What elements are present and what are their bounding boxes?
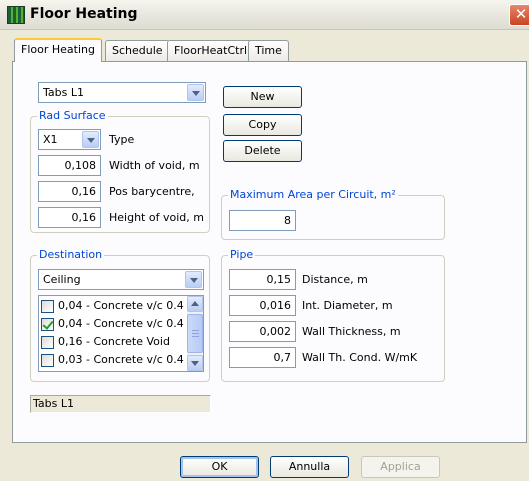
max-area-input[interactable]: 8 bbox=[229, 210, 296, 231]
tab-floorheatctrl[interactable]: FloorHeatCtrl bbox=[167, 40, 255, 61]
max-area-legend: Maximum Area per Circuit, m² bbox=[228, 188, 398, 201]
width-of-void-input[interactable]: 0,108 bbox=[38, 155, 101, 176]
list-item[interactable]: 0,03 - Concrete v/c 0.4 bbox=[41, 352, 187, 368]
rad-surface-legend: Rad Surface bbox=[37, 109, 108, 122]
scroll-thumb[interactable] bbox=[187, 314, 203, 353]
chevron-down-icon[interactable] bbox=[187, 84, 204, 101]
pipe-wall-cond-label: Wall Th. Cond. W/mK bbox=[302, 351, 418, 364]
scroll-up-icon[interactable] bbox=[187, 296, 203, 312]
pipe-wall-thickness-label: Wall Thickness, m bbox=[302, 325, 401, 338]
list-scrollbar[interactable] bbox=[187, 296, 203, 371]
new-button[interactable]: New bbox=[223, 86, 302, 108]
width-of-void-label: Width of void, m bbox=[109, 159, 200, 172]
layer-checkbox[interactable] bbox=[41, 354, 54, 367]
pipe-legend: Pipe bbox=[228, 248, 256, 261]
list-item[interactable]: 0,16 - Concrete Void bbox=[41, 334, 187, 350]
type-label: Type bbox=[109, 133, 135, 146]
layer-checkbox[interactable] bbox=[41, 336, 54, 349]
delete-button[interactable]: Delete bbox=[223, 140, 302, 162]
layer-checkbox[interactable] bbox=[41, 318, 54, 331]
status-field: Tabs L1 bbox=[30, 395, 211, 413]
copy-button[interactable]: Copy bbox=[223, 114, 302, 136]
close-button[interactable]: ✕ bbox=[509, 4, 529, 26]
layer-list[interactable]: 0,04 - Concrete v/c 0.4 0,04 - Concrete … bbox=[38, 295, 204, 372]
list-item[interactable]: 0,04 - Concrete v/c 0.4 bbox=[41, 298, 187, 314]
destination-legend: Destination bbox=[37, 248, 105, 261]
destination-selector-value: Ceiling bbox=[43, 273, 81, 286]
pos-barycentre-label: Pos barycentre, bbox=[109, 185, 195, 198]
height-of-void-input[interactable]: 0,16 bbox=[38, 207, 101, 228]
object-selector-value: Tabs L1 bbox=[43, 86, 84, 99]
pipe-wall-thickness-input[interactable]: 0,002 bbox=[229, 321, 296, 342]
pipe-int-diameter-label: Int. Diameter, m bbox=[302, 299, 393, 312]
cancel-button[interactable]: Annulla bbox=[270, 456, 349, 478]
tab-time[interactable]: Time bbox=[248, 40, 289, 61]
pipe-distance-label: Distance, m bbox=[302, 273, 368, 286]
ok-button[interactable]: OK bbox=[180, 456, 259, 478]
pipe-distance-input[interactable]: 0,15 bbox=[229, 269, 296, 290]
app-icon bbox=[7, 6, 25, 24]
list-item[interactable]: 0,04 - Concrete v/c 0.4 bbox=[41, 316, 187, 332]
layer-checkbox[interactable] bbox=[41, 300, 54, 313]
title-bar[interactable]: Floor Heating ✕ bbox=[0, 0, 529, 30]
tab-schedule[interactable]: Schedule bbox=[105, 40, 170, 61]
window-title: Floor Heating bbox=[30, 6, 138, 22]
chevron-down-icon[interactable] bbox=[185, 271, 202, 288]
type-selector[interactable]: X1 bbox=[38, 129, 101, 150]
tab-floor-heating[interactable]: Floor Heating bbox=[14, 38, 102, 62]
pos-barycentre-input[interactable]: 0,16 bbox=[38, 181, 101, 202]
pipe-int-diameter-input[interactable]: 0,016 bbox=[229, 295, 296, 316]
pipe-wall-cond-input[interactable]: 0,7 bbox=[229, 347, 296, 368]
object-selector[interactable]: Tabs L1 bbox=[38, 82, 206, 103]
chevron-down-icon[interactable] bbox=[82, 131, 99, 148]
type-selector-value: X1 bbox=[43, 133, 58, 146]
height-of-void-label: Height of void, m bbox=[109, 211, 204, 224]
apply-button[interactable]: Applica bbox=[361, 456, 440, 478]
scroll-down-icon[interactable] bbox=[187, 355, 203, 371]
destination-selector[interactable]: Ceiling bbox=[38, 269, 204, 290]
